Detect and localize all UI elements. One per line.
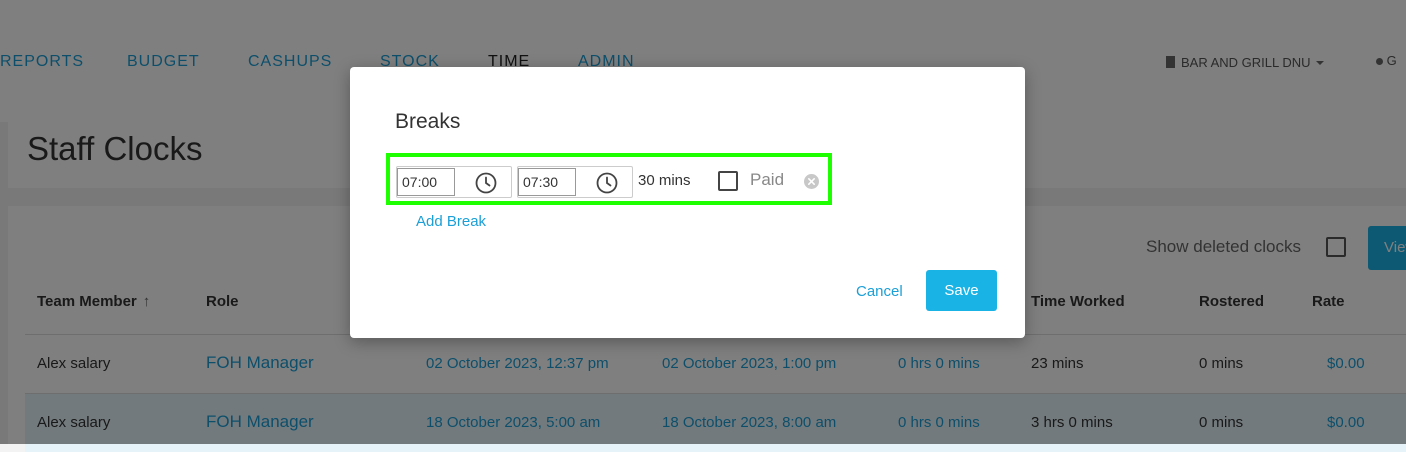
break-start-picker: 07:00 [396,166,512,198]
clock-icon[interactable] [596,172,618,194]
clock-icon[interactable] [475,172,497,194]
cancel-button[interactable]: Cancel [856,283,903,300]
breaks-modal: Breaks 07:00 07:30 30 mins Paid Add Brea… [350,67,1025,338]
break-end-picker: 07:30 [517,166,633,198]
modal-title: Breaks [395,110,461,133]
break-row: 07:00 07:30 30 mins Paid [386,153,832,205]
add-break-link[interactable]: Add Break [416,213,486,230]
save-button[interactable]: Save [926,270,997,311]
paid-label: Paid [750,170,785,189]
paid-checkbox[interactable] [718,171,738,191]
break-duration: 30 mins [638,172,691,189]
break-start-input[interactable]: 07:00 [397,168,455,196]
remove-circle-icon[interactable] [804,174,819,189]
break-end-input[interactable]: 07:30 [518,168,576,196]
